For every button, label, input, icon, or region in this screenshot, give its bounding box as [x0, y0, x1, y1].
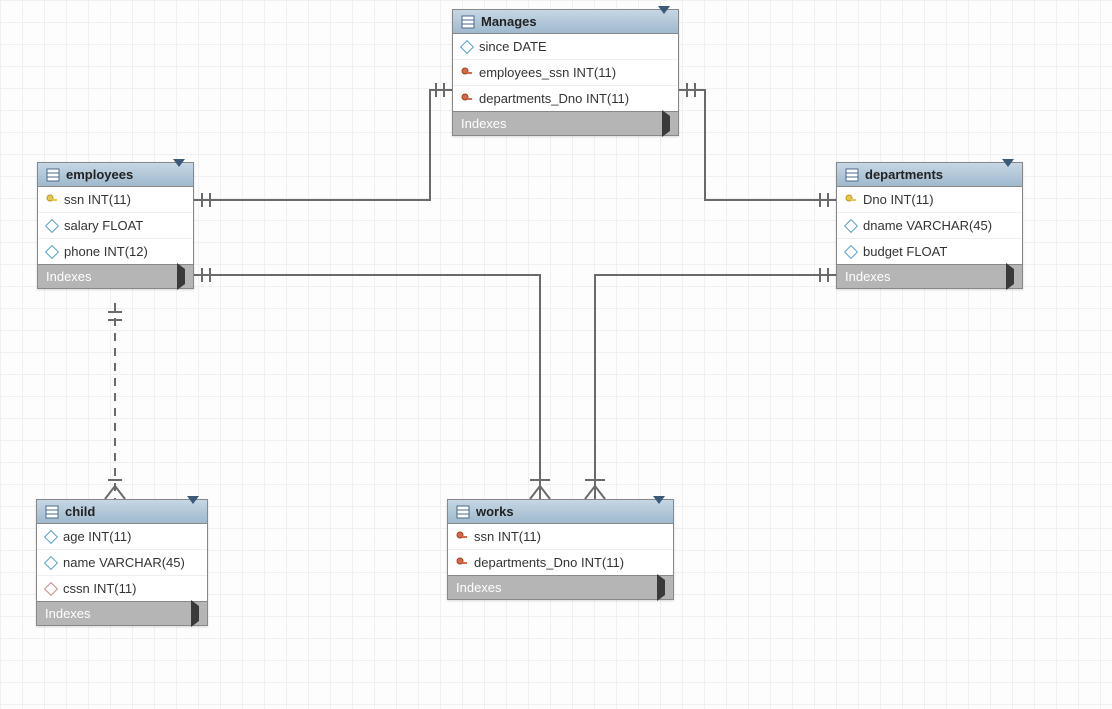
expand-icon[interactable] — [657, 580, 665, 595]
indexes-label: Indexes — [45, 606, 91, 621]
key-icon — [845, 194, 857, 206]
table-header[interactable]: employees — [38, 163, 193, 187]
collapse-icon[interactable] — [187, 504, 199, 519]
indexes-bar[interactable]: Indexes — [38, 264, 193, 288]
table-icon — [461, 15, 475, 29]
column-label: dname VARCHAR(45) — [863, 218, 992, 233]
indexes-label: Indexes — [456, 580, 502, 595]
column-row[interactable]: Dno INT(11) — [837, 187, 1022, 213]
table-icon — [46, 168, 60, 182]
collapse-icon[interactable] — [653, 504, 665, 519]
column-label: budget FLOAT — [863, 244, 947, 259]
diamond-icon — [845, 246, 857, 258]
column-label: Dno INT(11) — [863, 192, 934, 207]
expand-icon[interactable] — [1006, 269, 1014, 284]
table-icon — [45, 505, 59, 519]
table-title: child — [65, 504, 181, 519]
key-icon — [46, 194, 58, 206]
expand-icon[interactable] — [191, 606, 199, 621]
column-row[interactable]: age INT(11) — [37, 524, 207, 550]
column-row[interactable]: dname VARCHAR(45) — [837, 213, 1022, 239]
diamond-icon — [45, 557, 57, 569]
key-icon — [456, 557, 468, 569]
table-title: works — [476, 504, 647, 519]
expand-icon[interactable] — [177, 269, 185, 284]
column-label: ssn INT(11) — [64, 192, 131, 207]
column-row[interactable]: budget FLOAT — [837, 239, 1022, 264]
column-row[interactable]: since DATE — [453, 34, 678, 60]
diamond-icon — [46, 220, 58, 232]
collapse-icon[interactable] — [173, 167, 185, 182]
column-row[interactable]: cssn INT(11) — [37, 576, 207, 601]
column-row[interactable]: name VARCHAR(45) — [37, 550, 207, 576]
key-icon — [461, 93, 473, 105]
table-manages[interactable]: Manages since DATE employees_ssn INT(11)… — [452, 9, 679, 136]
column-row[interactable]: ssn INT(11) — [38, 187, 193, 213]
columns-list: Dno INT(11) dname VARCHAR(45) budget FLO… — [837, 187, 1022, 264]
diamond-icon — [461, 41, 473, 53]
table-child[interactable]: child age INT(11) name VARCHAR(45) cssn … — [36, 499, 208, 626]
indexes-label: Indexes — [461, 116, 507, 131]
column-label: since DATE — [479, 39, 547, 54]
diamond-icon — [46, 246, 58, 258]
table-title: Manages — [481, 14, 652, 29]
table-icon — [456, 505, 470, 519]
columns-list: since DATE employees_ssn INT(11) departm… — [453, 34, 678, 111]
column-row[interactable]: departments_Dno INT(11) — [453, 86, 678, 111]
table-header[interactable]: child — [37, 500, 207, 524]
collapse-icon[interactable] — [1002, 167, 1014, 182]
table-header[interactable]: Manages — [453, 10, 678, 34]
column-label: salary FLOAT — [64, 218, 143, 233]
diamond-icon — [45, 531, 57, 543]
columns-list: ssn INT(11) departments_Dno INT(11) — [448, 524, 673, 575]
diamond-icon — [845, 220, 857, 232]
column-row[interactable]: ssn INT(11) — [448, 524, 673, 550]
key-icon — [456, 531, 468, 543]
table-departments[interactable]: departments Dno INT(11) dname VARCHAR(45… — [836, 162, 1023, 289]
collapse-icon[interactable] — [658, 14, 670, 29]
key-icon — [461, 67, 473, 79]
table-title: departments — [865, 167, 996, 182]
table-header[interactable]: works — [448, 500, 673, 524]
table-icon — [845, 168, 859, 182]
table-title: employees — [66, 167, 167, 182]
table-header[interactable]: departments — [837, 163, 1022, 187]
diamond-icon — [45, 583, 57, 595]
column-label: departments_Dno INT(11) — [474, 555, 624, 570]
column-label: departments_Dno INT(11) — [479, 91, 629, 106]
column-row[interactable]: phone INT(12) — [38, 239, 193, 264]
columns-list: ssn INT(11) salary FLOAT phone INT(12) — [38, 187, 193, 264]
table-employees[interactable]: employees ssn INT(11) salary FLOAT phone… — [37, 162, 194, 289]
table-works[interactable]: works ssn INT(11) departments_Dno INT(11… — [447, 499, 674, 600]
column-label: phone INT(12) — [64, 244, 148, 259]
column-row[interactable]: employees_ssn INT(11) — [453, 60, 678, 86]
expand-icon[interactable] — [662, 116, 670, 131]
indexes-label: Indexes — [46, 269, 92, 284]
column-label: age INT(11) — [63, 529, 131, 544]
column-label: name VARCHAR(45) — [63, 555, 185, 570]
indexes-label: Indexes — [845, 269, 891, 284]
column-row[interactable]: salary FLOAT — [38, 213, 193, 239]
column-row[interactable]: departments_Dno INT(11) — [448, 550, 673, 575]
column-label: ssn INT(11) — [474, 529, 541, 544]
column-label: employees_ssn INT(11) — [479, 65, 616, 80]
indexes-bar[interactable]: Indexes — [453, 111, 678, 135]
columns-list: age INT(11) name VARCHAR(45) cssn INT(11… — [37, 524, 207, 601]
indexes-bar[interactable]: Indexes — [37, 601, 207, 625]
indexes-bar[interactable]: Indexes — [448, 575, 673, 599]
indexes-bar[interactable]: Indexes — [837, 264, 1022, 288]
column-label: cssn INT(11) — [63, 581, 136, 596]
